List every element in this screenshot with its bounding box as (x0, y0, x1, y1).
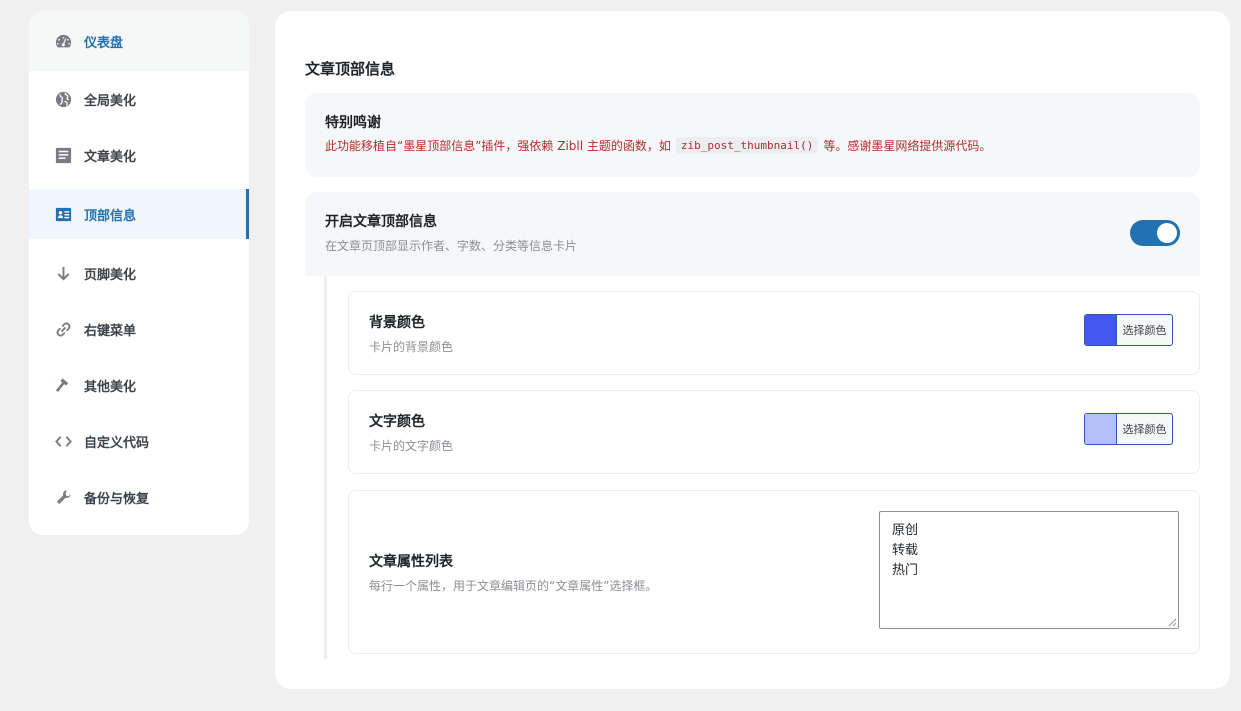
document-icon (53, 145, 73, 165)
enable-top-info-row: 开启文章顶部信息 在文章页顶部显示作者、字数、分类等信息卡片 (305, 192, 1200, 276)
attribute-line: 转载 (892, 543, 919, 558)
sidebar-item-article[interactable]: 文章美化 (29, 127, 249, 183)
sidebar-item-label: 页脚美化 (84, 267, 137, 283)
text-color-desc: 卡片的文字颜色 (369, 439, 454, 453)
sidebar-item-other[interactable]: 其他美化 (29, 357, 249, 413)
resize-grip-icon[interactable] (1168, 618, 1177, 627)
color-picker-label: 选择颜色 (1116, 315, 1172, 345)
enable-desc: 在文章页顶部显示作者、字数、分类等信息卡片 (325, 239, 578, 253)
thanks-text-after: 等。感谢墨星网络提供源代码。 (823, 139, 992, 153)
bg-color-title: 背景颜色 (369, 315, 425, 331)
thanks-text: 此功能移植自“墨星顶部信息”插件，强依赖 Zibll 主题的函数，如 zib_p… (325, 137, 1180, 154)
bg-color-desc: 卡片的背景颜色 (369, 340, 454, 354)
sidebar-item-label: 备份与恢复 (84, 491, 150, 507)
sidebar-nav: 仪表盘 全局美化 文章美化 顶部信息 页脚美化 右键菜单 其他美化 自定义代码 … (29, 11, 249, 535)
text-color-row: 文字颜色 卡片的文字颜色 选择颜色 (348, 390, 1200, 474)
sidebar-item-label: 自定义代码 (84, 435, 150, 451)
thanks-title: 特别鸣谢 (325, 115, 381, 131)
code-icon (53, 431, 73, 451)
sidebar-item-context-menu[interactable]: 右键菜单 (29, 301, 249, 357)
sidebar-item-label: 右键菜单 (84, 323, 137, 339)
section-title: 文章顶部信息 (305, 60, 396, 78)
hammer-icon (53, 375, 73, 395)
globe-icon (53, 89, 73, 109)
attributes-textarea[interactable]: 原创 转载 热门 (879, 511, 1179, 629)
thanks-code: zib_post_thumbnail() (675, 137, 819, 154)
sidebar-item-backup[interactable]: 备份与恢复 (29, 469, 249, 525)
attributes-desc: 每行一个属性，用于文章编辑页的“文章属性”选择框。 (369, 579, 658, 593)
sidebar-item-label: 文章美化 (84, 149, 137, 165)
text-color-title: 文字颜色 (369, 414, 425, 430)
attribute-line: 热门 (892, 563, 919, 578)
text-color-swatch (1085, 414, 1116, 444)
sidebar-item-label: 其他美化 (84, 379, 137, 395)
sidebar-item-custom-code[interactable]: 自定义代码 (29, 413, 249, 469)
arrow-down-icon (53, 263, 73, 283)
wrench-icon (53, 487, 73, 507)
sidebar-item-global[interactable]: 全局美化 (29, 71, 249, 127)
attributes-title: 文章属性列表 (369, 554, 453, 570)
bg-color-picker-button[interactable]: 选择颜色 (1084, 314, 1173, 346)
attribute-line: 原创 (892, 523, 919, 538)
text-color-picker-button[interactable]: 选择颜色 (1084, 413, 1173, 445)
thanks-text-before: 此功能移植自“墨星顶部信息”插件，强依赖 Zibll 主题的函数，如 (325, 139, 671, 153)
attributes-row: 文章属性列表 每行一个属性，用于文章编辑页的“文章属性”选择框。 原创 转载 热… (348, 490, 1200, 654)
dashboard-icon (53, 31, 73, 51)
attributes-label-group: 文章属性列表 每行一个属性，用于文章编辑页的“文章属性”选择框。 (369, 551, 657, 594)
sidebar-item-top-info[interactable]: 顶部信息 (29, 189, 249, 239)
sidebar-item-dashboard[interactable]: 仪表盘 (29, 11, 249, 71)
link-icon (53, 319, 73, 339)
enable-title: 开启文章顶部信息 (325, 214, 437, 230)
sidebar-item-footer[interactable]: 页脚美化 (29, 245, 249, 301)
sidebar-item-label: 仪表盘 (84, 35, 124, 51)
toggle-knob (1157, 223, 1177, 243)
id-card-icon (53, 204, 73, 224)
settings-panel: 文章顶部信息 特别鸣谢 此功能移植自“墨星顶部信息”插件，强依赖 Zibll 主… (275, 11, 1230, 689)
nested-divider (324, 276, 327, 659)
sidebar-item-label: 顶部信息 (84, 208, 137, 224)
bg-color-swatch (1085, 315, 1116, 345)
enable-toggle[interactable] (1130, 220, 1180, 246)
bg-color-row: 背景颜色 卡片的背景颜色 选择颜色 (348, 291, 1200, 375)
color-picker-label: 选择颜色 (1116, 414, 1172, 444)
thanks-notice: 特别鸣谢 此功能移植自“墨星顶部信息”插件，强依赖 Zibll 主题的函数，如 … (305, 93, 1200, 177)
sidebar-item-label: 全局美化 (84, 93, 137, 109)
